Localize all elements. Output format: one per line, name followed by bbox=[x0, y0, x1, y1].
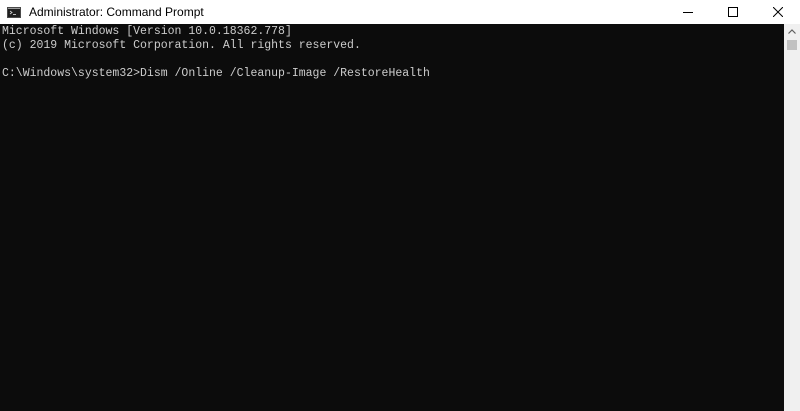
window-controls bbox=[665, 0, 800, 24]
maximize-button[interactable] bbox=[710, 0, 755, 24]
console-line: Microsoft Windows [Version 10.0.18362.77… bbox=[2, 25, 292, 38]
console-output[interactable]: Microsoft Windows [Version 10.0.18362.77… bbox=[0, 24, 784, 411]
chevron-up-icon bbox=[788, 28, 796, 34]
close-button[interactable] bbox=[755, 0, 800, 24]
window-title: Administrator: Command Prompt bbox=[29, 5, 204, 19]
console-prompt-line[interactable]: C:\Windows\system32>Dism /Online /Cleanu… bbox=[2, 67, 784, 81]
close-icon bbox=[772, 7, 783, 17]
scroll-track[interactable] bbox=[784, 52, 800, 411]
console-line: (c) 2019 Microsoft Corporation. All righ… bbox=[2, 39, 361, 52]
scroll-thumb[interactable] bbox=[787, 40, 797, 50]
vertical-scrollbar[interactable] bbox=[784, 24, 800, 411]
minimize-button[interactable] bbox=[665, 0, 710, 24]
command-prompt-window: Administrator: Command Prompt Microsoft … bbox=[0, 0, 800, 411]
maximize-icon bbox=[727, 7, 738, 17]
title-bar[interactable]: Administrator: Command Prompt bbox=[0, 0, 800, 24]
console-app-icon bbox=[7, 6, 21, 18]
minimize-icon bbox=[682, 12, 693, 13]
scroll-up-button[interactable] bbox=[784, 24, 800, 38]
